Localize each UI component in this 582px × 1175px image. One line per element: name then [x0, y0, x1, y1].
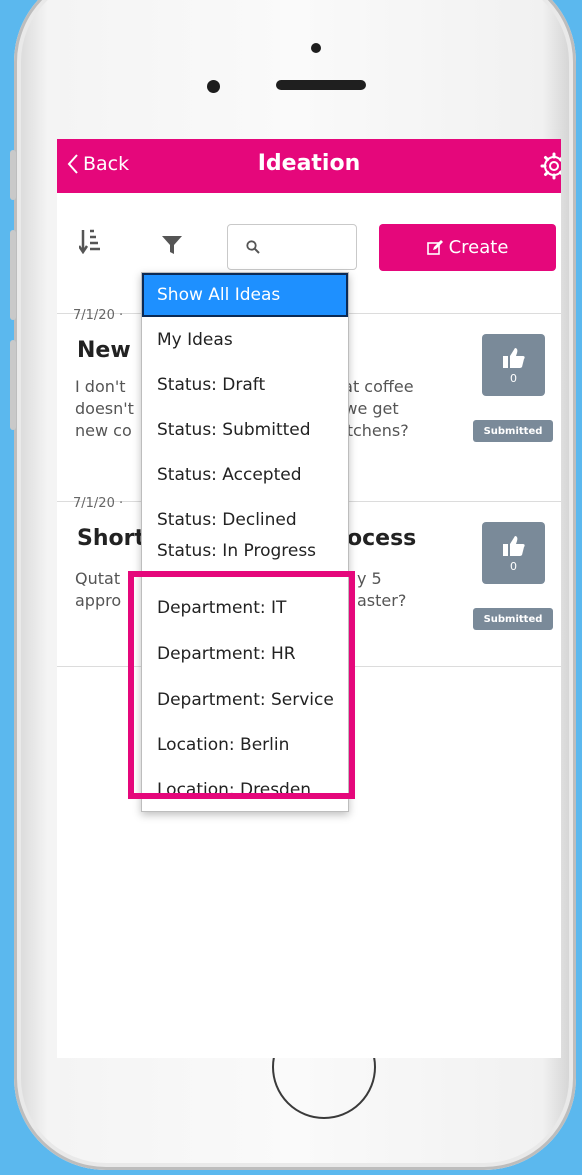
filter-option-my-ideas[interactable]: My Ideas [142, 318, 348, 362]
search-icon [246, 240, 260, 254]
status-badge: Submitted [473, 420, 553, 442]
desc-line: hat coffee [333, 377, 414, 396]
desc-line: y 5 [357, 569, 382, 588]
volume-down-button [10, 340, 16, 430]
create-label: Create [448, 237, 509, 258]
sort-icon[interactable] [79, 228, 101, 254]
like-count: 0 [510, 371, 517, 385]
nav-bar: Back Ideation [57, 139, 561, 193]
idea-date: 7/1/20 · [73, 496, 124, 511]
page-title: Ideation [257, 151, 361, 176]
filter-dropdown: Show All Ideas My Ideas Status: Draft St… [141, 272, 349, 812]
filter-icon[interactable] [161, 235, 183, 255]
like-button[interactable]: 0 [482, 522, 545, 584]
filter-option-status-in-progress[interactable]: Status: In Progress [142, 533, 348, 561]
filter-option-status-accepted[interactable]: Status: Accepted [142, 453, 348, 497]
idea-date: 7/1/20 · [73, 308, 124, 323]
mute-switch [10, 150, 16, 200]
app-screen: Back Ideation Create 7/1/20 · New I don'… [57, 139, 561, 1058]
idea-description-right: hat coffee t we get kitchens? [333, 376, 453, 442]
search-box[interactable] [227, 224, 357, 270]
idea-description-right: y 5 aster? [357, 568, 457, 612]
front-camera [207, 80, 220, 93]
like-button[interactable]: 0 [482, 334, 545, 396]
filter-option-department-service[interactable]: Department: Service [142, 678, 348, 722]
filter-option-status-draft[interactable]: Status: Draft [142, 363, 348, 407]
proximity-sensor [311, 43, 321, 53]
earpiece [276, 80, 366, 90]
idea-title: Short [77, 526, 145, 551]
filter-option-department-it[interactable]: Department: IT [142, 586, 348, 630]
status-badge: Submitted [473, 608, 553, 630]
idea-title: New [77, 338, 131, 363]
thumbs-up-icon [502, 347, 525, 368]
volume-up-button [10, 230, 16, 320]
idea-title-right: ocess [347, 526, 417, 551]
desc-line: aster? [357, 591, 407, 610]
filter-option-department-hr[interactable]: Department: HR [142, 632, 348, 676]
filter-option-show-all[interactable]: Show All Ideas [142, 273, 348, 317]
filter-option-location-dresden[interactable]: Location: Dresden [142, 768, 348, 812]
thumbs-up-icon [502, 535, 525, 556]
edit-icon [426, 239, 443, 255]
desc-line: t we get [333, 399, 399, 418]
filter-option-status-submitted[interactable]: Status: Submitted [142, 408, 348, 452]
search-input[interactable] [268, 233, 354, 263]
filter-option-location-berlin[interactable]: Location: Berlin [142, 723, 348, 767]
gear-icon[interactable] [539, 151, 561, 181]
like-count: 0 [510, 559, 517, 573]
create-button[interactable]: Create [379, 224, 556, 271]
desc-line: kitchens? [333, 421, 409, 440]
